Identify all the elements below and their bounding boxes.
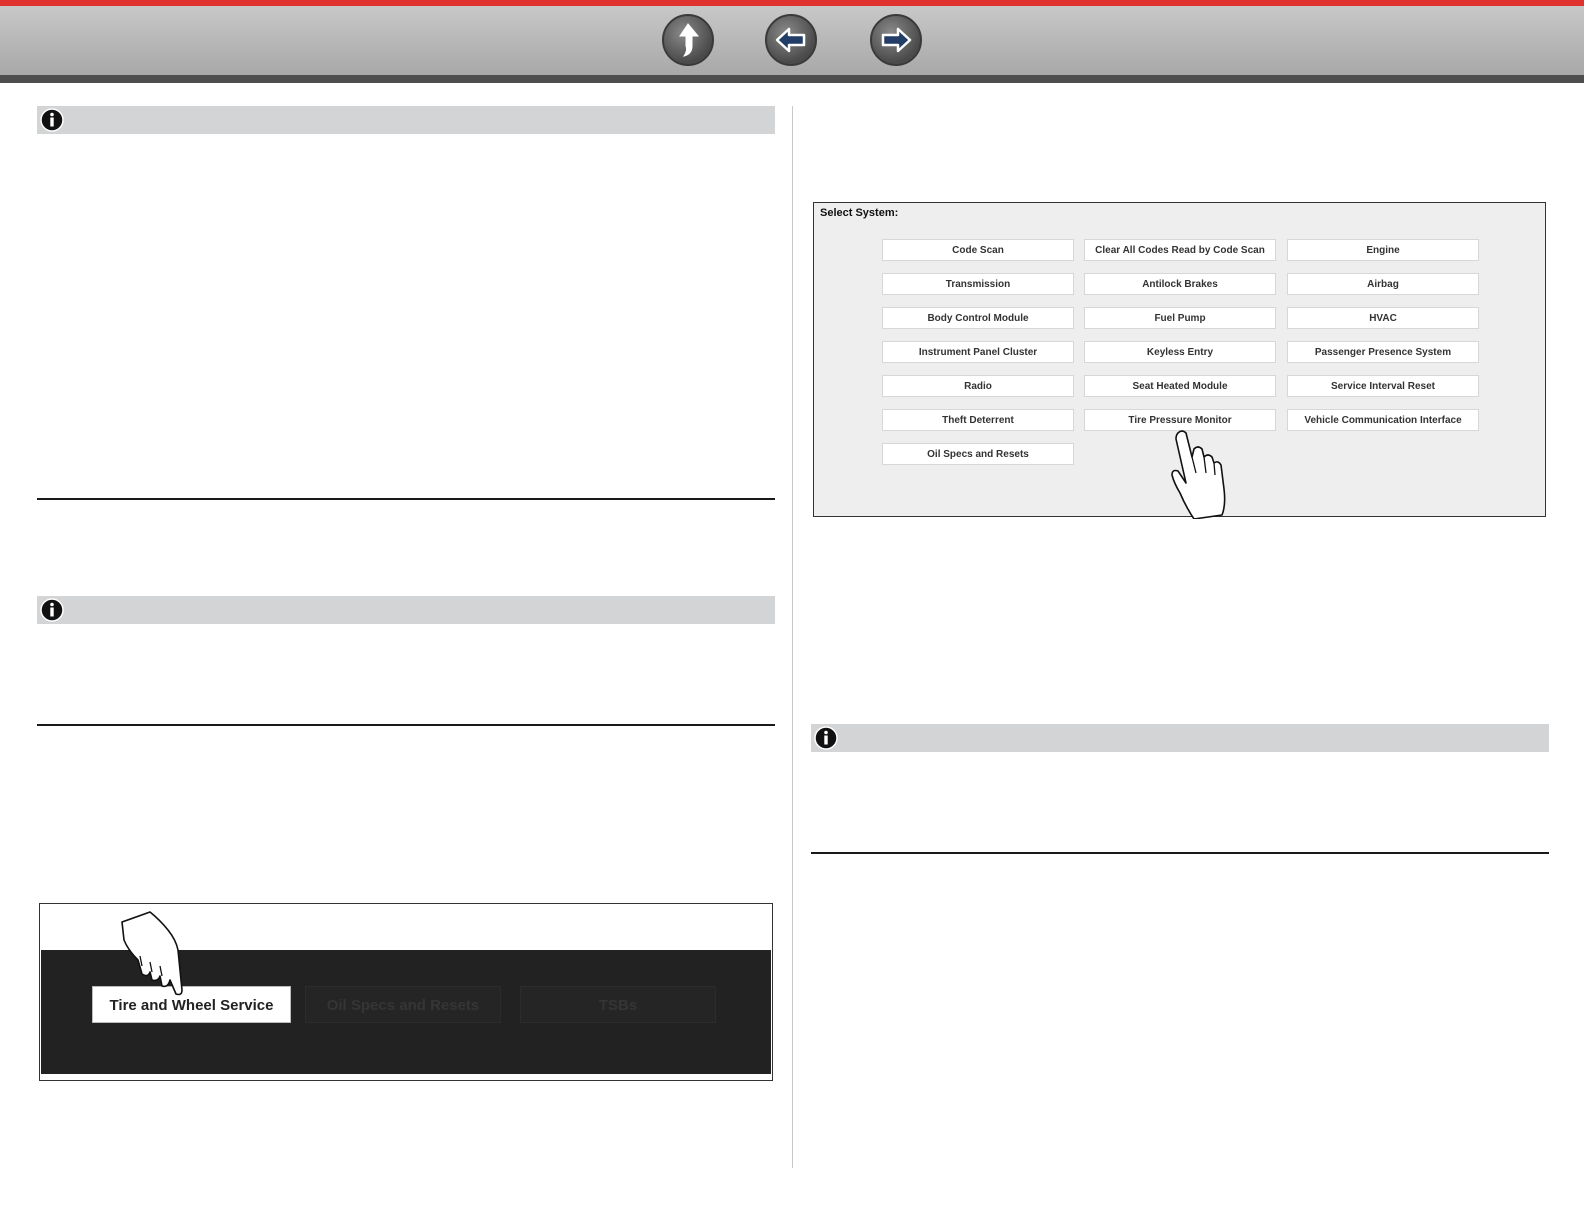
note-end-rule: [37, 498, 775, 500]
note-header: [37, 106, 775, 134]
system-button-hvac[interactable]: HVAC: [1287, 307, 1479, 329]
system-button-antilock-brakes[interactable]: Antilock Brakes: [1084, 273, 1276, 295]
info-icon: [40, 598, 64, 622]
system-button-service-interval-reset[interactable]: Service Interval Reset: [1287, 375, 1479, 397]
system-button-engine[interactable]: Engine: [1287, 239, 1479, 261]
system-button-radio[interactable]: Radio: [882, 375, 1074, 397]
system-button-seat-heated-module[interactable]: Seat Heated Module: [1084, 375, 1276, 397]
up-button[interactable]: [662, 14, 714, 66]
system-button-body-control-module[interactable]: Body Control Module: [882, 307, 1074, 329]
note-header: [811, 724, 1549, 752]
system-button-code-scan[interactable]: Code Scan: [882, 239, 1074, 261]
toolbar-bottom-stripe: [0, 75, 1584, 83]
right-arrow-icon: [881, 27, 912, 53]
tsbs-button[interactable]: TSBs: [520, 986, 716, 1023]
select-system-screenshot: Select System: Code Scan Clear All Codes …: [813, 202, 1546, 519]
info-icon: [40, 108, 64, 132]
system-button-fuel-pump[interactable]: Fuel Pump: [1084, 307, 1276, 329]
system-button-instrument-panel-cluster[interactable]: Instrument Panel Cluster: [882, 341, 1074, 363]
system-button-transmission[interactable]: Transmission: [882, 273, 1074, 295]
up-arrow-icon: [679, 23, 700, 57]
oil-specs-and-resets-button[interactable]: Oil Specs and Resets: [305, 986, 501, 1023]
note-end-rule: [811, 852, 1549, 854]
back-button[interactable]: [765, 14, 817, 66]
pointing-hand-icon: [121, 911, 183, 996]
note-end-rule: [37, 724, 775, 726]
system-button-vehicle-communication-interface[interactable]: Vehicle Communication Interface: [1287, 409, 1479, 431]
system-button-clear-all-codes-read-by-code-scan[interactable]: Clear All Codes Read by Code Scan: [1084, 239, 1276, 261]
system-button-airbag[interactable]: Airbag: [1287, 273, 1479, 295]
pointing-hand-icon: [1171, 430, 1226, 519]
system-button-theft-deterrent[interactable]: Theft Deterrent: [882, 409, 1074, 431]
select-system-title: Select System:: [820, 207, 899, 219]
note-header: [37, 596, 775, 624]
column-divider: [792, 106, 793, 1168]
info-icon: [814, 726, 838, 750]
top-navigation-bar: [0, 0, 1584, 83]
forward-button[interactable]: [870, 14, 922, 66]
system-button-passenger-presence-system[interactable]: Passenger Presence System: [1287, 341, 1479, 363]
left-arrow-icon: [775, 27, 806, 53]
system-button-oil-specs-and-resets[interactable]: Oil Specs and Resets: [882, 443, 1074, 465]
service-menu-screenshot: Tire and Wheel Service Oil Specs and Res…: [39, 903, 773, 1081]
system-button-keyless-entry[interactable]: Keyless Entry: [1084, 341, 1276, 363]
